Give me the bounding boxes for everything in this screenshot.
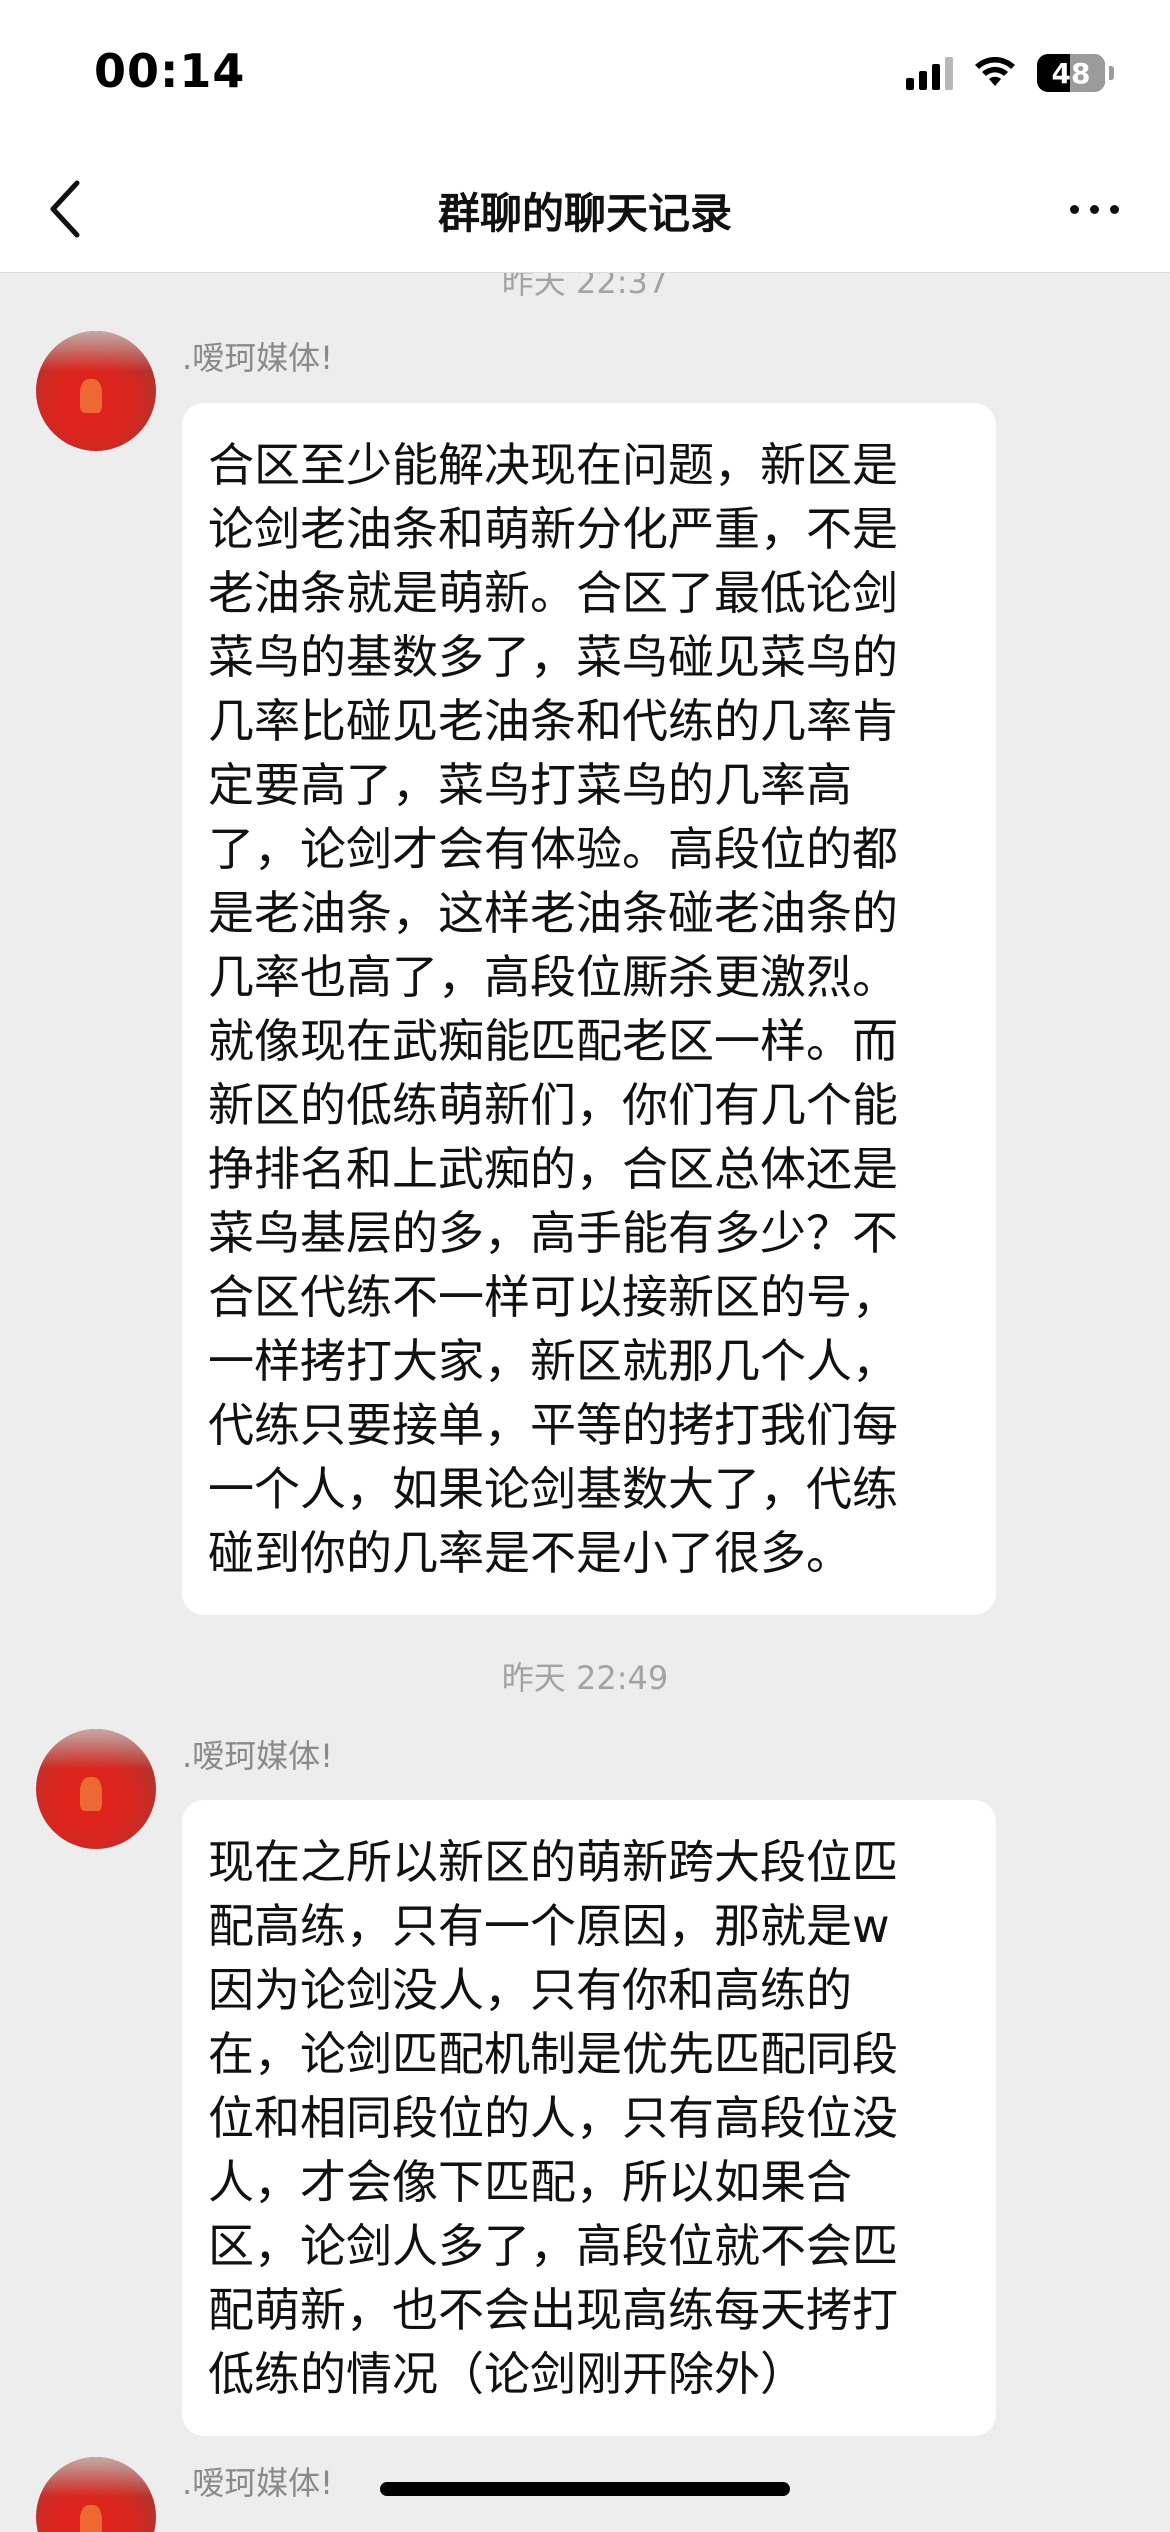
status-icons: 48 [906, 50, 1114, 96]
more-dots-icon [1069, 204, 1079, 214]
chat-history[interactable]: 昨天 22:37 .嗳珂媒体! 合区至少能解决现在问题，新区是 论剑老油条和萌新… [0, 273, 1170, 2532]
sender-name: .嗳珂媒体! [182, 1737, 334, 1775]
more-dot [1089, 204, 1099, 214]
navigation-bar: 群聊的聊天记录 [0, 150, 1170, 273]
message-timestamp: 昨天 22:37 [501, 273, 669, 301]
avatar[interactable] [36, 1729, 156, 1849]
sender-name: .嗳珂媒体! [182, 339, 334, 377]
battery-level: 48 [1051, 56, 1091, 90]
message-text: 现在之所以新区的萌新跨大段位匹 配高练，只有一个原因，那就是w 因为论剑没人，只… [208, 1835, 898, 2401]
more-dot [1109, 204, 1119, 214]
battery-tip [1109, 66, 1114, 80]
status-time: 00:14 [94, 44, 246, 98]
message-timestamp: 昨天 22:49 [501, 1659, 669, 1697]
message-bubble[interactable]: 合区至少能解决现在问题，新区是 论剑老油条和萌新分化严重，不是 老油条就是萌新。… [182, 403, 996, 1615]
wifi-icon [975, 57, 1015, 86]
status-bar: 00:14 48 [0, 0, 1170, 150]
message-text: 合区至少能解决现在问题，新区是 论剑老油条和萌新分化严重，不是 老油条就是萌新。… [208, 438, 898, 1580]
avatar[interactable] [36, 2457, 156, 2532]
home-indicator[interactable] [380, 2482, 790, 2496]
cellular-signal-icon [906, 56, 953, 90]
sender-name: .嗳珂媒体! [182, 2464, 334, 2502]
avatar[interactable] [36, 331, 156, 451]
page-title: 群聊的聊天记录 [437, 189, 732, 238]
battery-icon: 48 [1037, 54, 1105, 92]
message-bubble[interactable]: 现在之所以新区的萌新跨大段位匹 配高练，只有一个原因，那就是w 因为论剑没人，只… [182, 1800, 996, 2436]
more-button[interactable] [1054, 174, 1134, 244]
